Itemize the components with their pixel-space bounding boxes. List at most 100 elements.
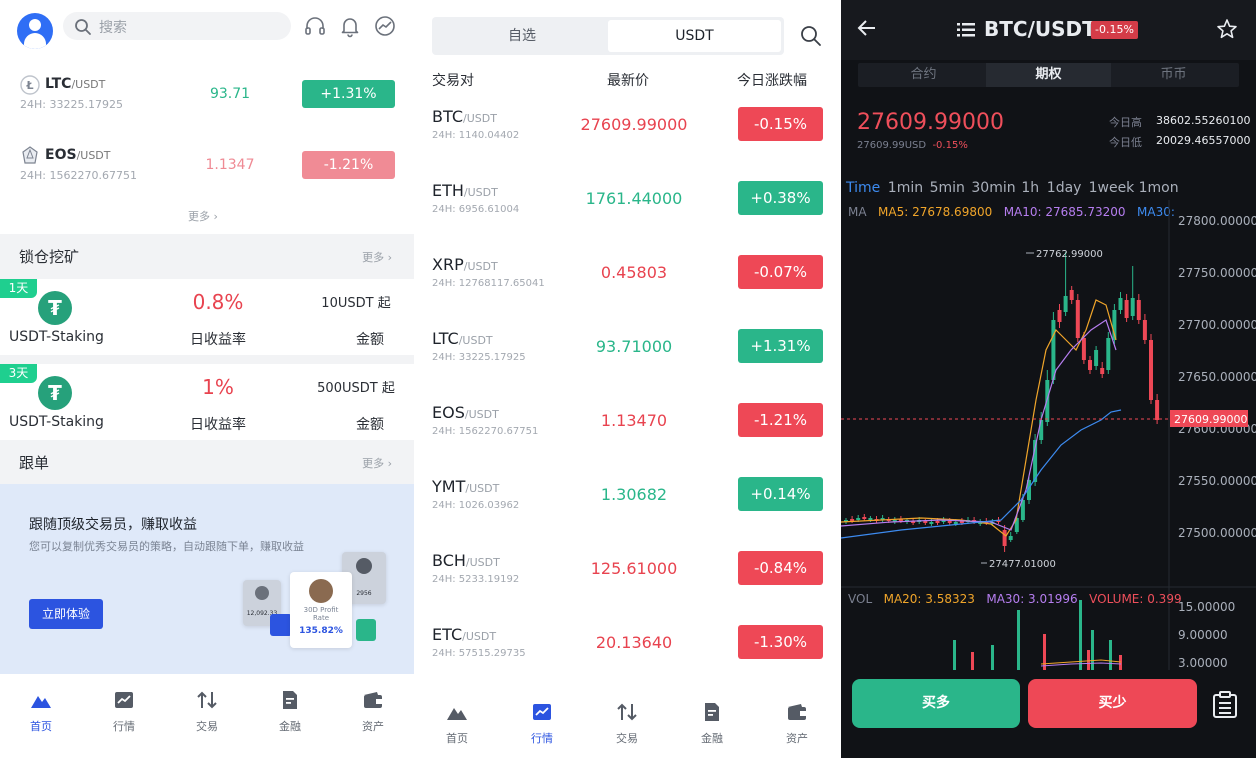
nav-market[interactable]: 行情: [94, 688, 154, 734]
pair-change-badge[interactable]: -1.21%: [738, 403, 823, 437]
bell-icon[interactable]: [338, 14, 362, 38]
market-row-ymt[interactable]: YMT/USDT 24H: 1026.03962 1.30682 +0.14%: [414, 473, 841, 547]
column-header-pair: 交易对: [432, 73, 474, 89]
candle-body: [1008, 536, 1013, 540]
menu-list-icon[interactable]: [957, 23, 975, 37]
favorite-star-icon[interactable]: [1216, 18, 1238, 40]
tab-contract[interactable]: 合约: [861, 63, 986, 87]
market-row-eos[interactable]: EOS/USDT 24H: 1562270.67751 1.13470 -1.21%: [414, 399, 841, 473]
copy-more-link[interactable]: 更多 ›: [362, 455, 392, 471]
coin-symbol: EOS: [45, 147, 77, 163]
market-row-bch[interactable]: BCH/USDT 24H: 5233.19192 125.61000 -0.84%: [414, 547, 841, 621]
candle-body: [1081, 338, 1086, 360]
decor-square-green: [356, 619, 376, 641]
pair-quote: /USDT: [463, 186, 498, 199]
staking-more-link[interactable]: 更多 ›: [362, 249, 392, 265]
tab-options[interactable]: 期权: [986, 63, 1111, 87]
timeframe-1min[interactable]: 1min: [888, 180, 923, 196]
search-icon[interactable]: [800, 25, 822, 47]
coin-row-ltc[interactable]: Ł LTC/USDT 24H: 33225.17925 93.71 +1.31%: [0, 55, 414, 125]
user-avatar[interactable]: [17, 13, 53, 49]
nav-home[interactable]: 首页: [427, 700, 487, 746]
volume-axis-tick: 15.00000: [1178, 600, 1235, 614]
pair-volume: 24H: 5233.19192: [432, 574, 520, 585]
order-list-icon[interactable]: [1210, 690, 1240, 720]
staking-section-header: 锁仓挖矿 更多 ›: [0, 234, 414, 278]
staking-min-label: 金额: [356, 417, 384, 433]
detail-header: BTC/USDT -0.15%: [841, 0, 1256, 60]
market-row-btc[interactable]: BTC/USDT 24H: 1140.04402 27609.99000 -0.15%: [414, 103, 841, 177]
coins-more-link[interactable]: 更多 ›: [188, 208, 218, 224]
timeframe-1mon[interactable]: 1mon: [1139, 180, 1179, 196]
staking-duration-tag: 1天: [0, 279, 37, 298]
coin-change-badge: -1.21%: [302, 151, 395, 179]
timeframe-time[interactable]: Time: [846, 180, 880, 196]
staking-card-2[interactable]: 3天 ₮ USDT-Staking 1% 日收益率 500USDT 起 金额: [0, 364, 414, 440]
coin-volume: 24H: 1562270.67751: [20, 169, 137, 182]
market-row-eth[interactable]: ETH/USDT 24H: 6956.61004 1761.44000 +0.38%: [414, 177, 841, 251]
search-input[interactable]: 搜索: [63, 12, 291, 40]
candle-body: [1124, 300, 1129, 318]
current-price-tag: 27609.99000: [1174, 413, 1247, 426]
back-arrow-icon[interactable]: [856, 17, 878, 39]
timeframe-1day[interactable]: 1day: [1047, 180, 1082, 196]
pair-change-badge[interactable]: -1.30%: [738, 625, 823, 659]
market-row-ltc[interactable]: LTC/USDT 24H: 33225.17925 93.71000 +1.31%: [414, 325, 841, 399]
price-axis-tick: 27800.00000: [1178, 214, 1256, 228]
nav-assets[interactable]: 资产: [767, 700, 827, 746]
nav-market[interactable]: 行情: [512, 700, 572, 746]
nav-home[interactable]: 首页: [11, 688, 71, 734]
buy-long-button[interactable]: 买多: [852, 679, 1020, 728]
pair-symbol: LTC: [432, 329, 459, 348]
copy-trade-banner: 跟随顶级交易员，赚取收益 您可以复制优秀交易员的策略，自动跟随下单，赚取收益 立…: [0, 484, 414, 674]
headset-icon[interactable]: [303, 14, 327, 38]
candle-body: [850, 519, 855, 521]
pair-price: 1.13470: [600, 411, 668, 430]
pair-change-badge[interactable]: +0.14%: [738, 477, 823, 511]
nav-trade[interactable]: 交易: [597, 700, 657, 746]
nav-label: 交易: [616, 732, 638, 745]
candle-body: [868, 518, 873, 520]
market-chart-icon[interactable]: [373, 14, 397, 38]
pair-change-badge[interactable]: -0.15%: [738, 107, 823, 141]
home-mountain-icon: [31, 696, 51, 708]
pair-change-badge: -0.15%: [1091, 21, 1138, 39]
staking-card-1[interactable]: 1天 ₮ USDT-Staking 0.8% 日收益率 10USDT 起 金额: [0, 279, 414, 355]
pair-change-badge[interactable]: -0.84%: [738, 551, 823, 585]
tab-favorites[interactable]: 自选: [435, 20, 609, 52]
volume-bar: [1109, 640, 1112, 670]
trade-action-bar: 买多 买少: [841, 670, 1256, 758]
nav-label: 首页: [30, 720, 52, 733]
nav-trade[interactable]: 交易: [177, 688, 237, 734]
nav-assets[interactable]: 资产: [343, 688, 403, 734]
coin-price: 1.1347: [205, 157, 255, 173]
coin-row-eos[interactable]: EOS/USDT 24H: 1562270.67751 1.1347 -1.21…: [0, 126, 414, 196]
pair-volume: 24H: 6956.61004: [432, 204, 520, 215]
finance-document-icon: [705, 703, 719, 721]
market-row-etc[interactable]: ETC/USDT 24H: 57515.29735 20.13640 -1.30%: [414, 621, 841, 695]
sell-short-button[interactable]: 买少: [1028, 679, 1197, 728]
vol-ma30: MA30: 3.01996: [986, 592, 1078, 606]
timeframe-1week[interactable]: 1week: [1089, 180, 1135, 196]
finance-document-icon: [283, 691, 297, 709]
candle-body: [953, 522, 958, 524]
market-row-xrp[interactable]: XRP/USDT 24H: 12768117.65041 0.45803 -0.07%: [414, 251, 841, 325]
price-axis-tick: 27550.00000: [1178, 474, 1256, 488]
pair-change-badge[interactable]: +1.31%: [738, 329, 823, 363]
volume-bar: [953, 640, 956, 670]
nav-finance[interactable]: 金融: [682, 700, 742, 746]
tab-usdt[interactable]: USDT: [608, 20, 781, 52]
candle-body: [923, 521, 928, 523]
timeframe-30min[interactable]: 30min: [971, 180, 1015, 196]
section-title: 跟单: [19, 454, 50, 472]
candle-body: [1075, 300, 1080, 338]
timeframe-1h[interactable]: 1h: [1021, 180, 1039, 196]
tab-spot[interactable]: 币币: [1111, 63, 1236, 87]
timeframe-5min[interactable]: 5min: [930, 180, 965, 196]
nav-finance[interactable]: 金融: [260, 688, 320, 734]
wallet-icon: [788, 704, 806, 720]
pair-change-badge[interactable]: +0.38%: [738, 181, 823, 215]
pair-change-badge[interactable]: -0.07%: [738, 255, 823, 289]
candle-body: [947, 521, 952, 523]
try-now-button[interactable]: 立即体验: [29, 599, 103, 629]
